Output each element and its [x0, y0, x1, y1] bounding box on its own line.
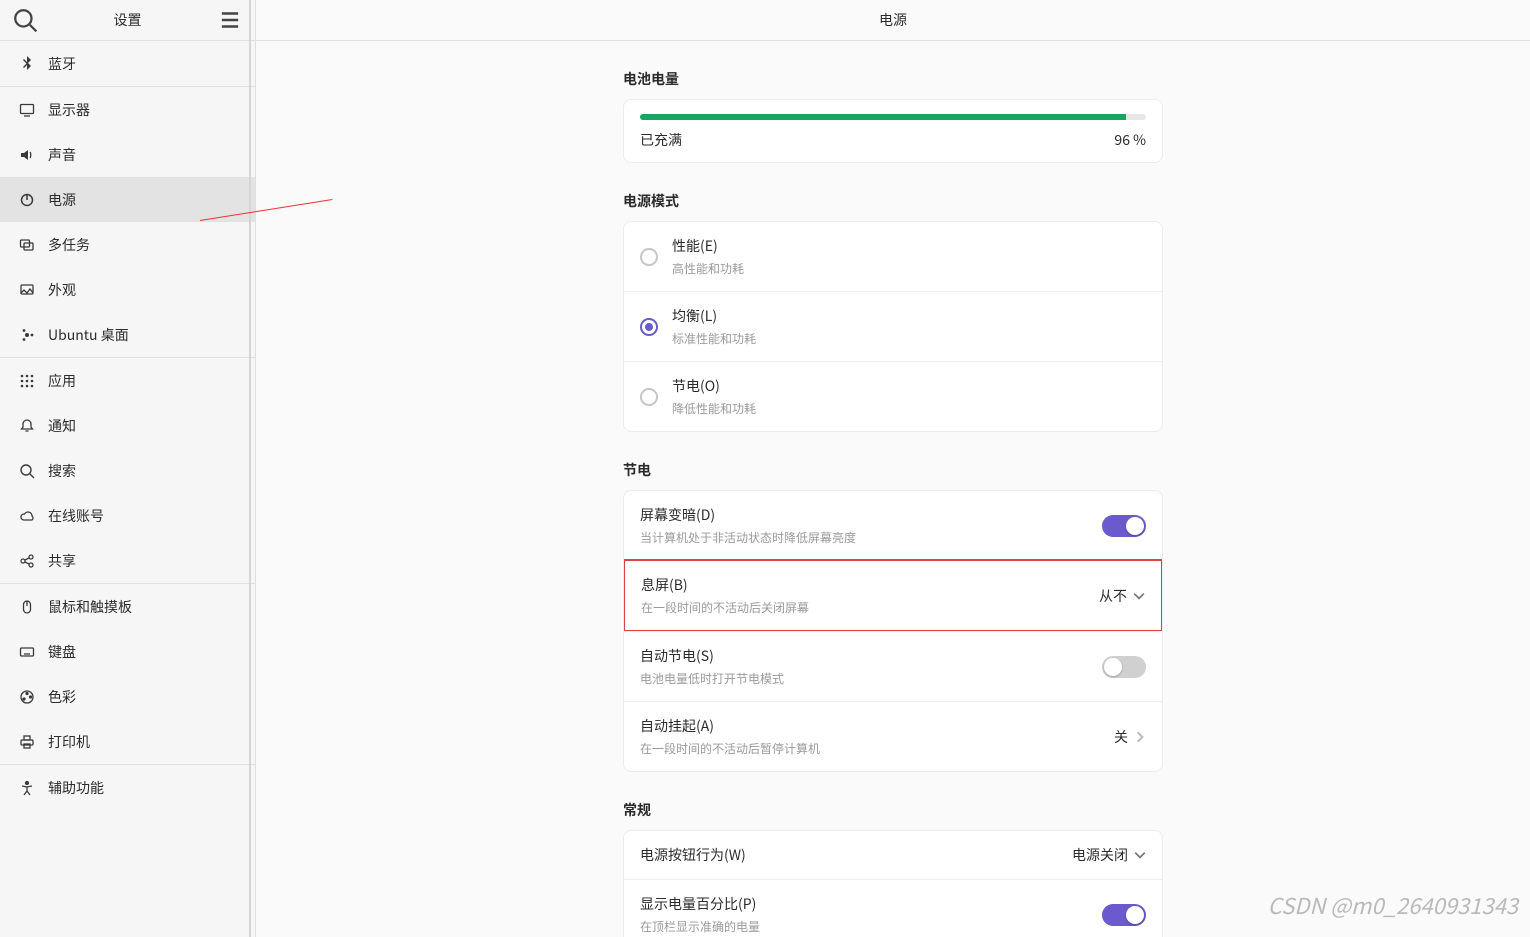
sidebar-item-ubuntu[interactable]: Ubuntu 桌面 — [0, 312, 255, 357]
sidebar-scrollbar[interactable] — [249, 0, 251, 937]
sidebar-item-label: 色彩 — [48, 687, 76, 707]
sidebar-item-notifications[interactable]: 通知 — [0, 403, 255, 448]
row-power-mode-option[interactable]: 性能(E)高性能和功耗 — [624, 222, 1162, 291]
switch-auto-saving[interactable] — [1102, 656, 1146, 678]
general-card: 电源按钮行为(W) 电源关闭 显示电量百分比(P) 在顶栏显示准确的电量 — [623, 830, 1163, 937]
sidebar-item-label: 多任务 — [48, 235, 90, 255]
battery-progress — [640, 114, 1146, 120]
sidebar-item-printer[interactable]: 打印机 — [0, 719, 255, 764]
bluetooth-icon — [18, 55, 36, 73]
power-mode-card: 性能(E)高性能和功耗均衡(L)标准性能和功耗节电(O)降低性能和功耗 — [623, 221, 1163, 432]
sidebar-item-keyboard[interactable]: 键盘 — [0, 629, 255, 674]
cloud-icon — [18, 507, 36, 525]
sidebar-item-label: 电源 — [48, 190, 76, 210]
sidebar-item-apps[interactable]: 应用 — [0, 358, 255, 403]
sound-icon — [18, 146, 36, 164]
sidebar-item-label: 辅助功能 — [48, 778, 104, 798]
sidebar-item-label: Ubuntu 桌面 — [48, 325, 129, 345]
chevron-right-icon — [1134, 731, 1146, 743]
sidebar-item-sound[interactable]: 声音 — [0, 132, 255, 177]
notifications-icon — [18, 417, 36, 435]
battery-card: 已充满 96 % — [623, 99, 1163, 163]
section-title-general: 常规 — [623, 800, 1163, 820]
battery-status: 已充满 — [640, 130, 682, 150]
row-blank-screen[interactable]: 息屏(B) 在一段时间的不活动后关闭屏幕 从不 — [623, 559, 1163, 632]
radio-button[interactable] — [640, 388, 658, 406]
sidebar-header: 设置 — [0, 0, 255, 41]
hamburger-menu-icon[interactable] — [217, 7, 243, 33]
search-icon — [18, 462, 36, 480]
ubuntu-icon — [18, 326, 36, 344]
row-show-percent[interactable]: 显示电量百分比(P) 在顶栏显示准确的电量 — [624, 879, 1162, 937]
radio-button[interactable] — [640, 318, 658, 336]
apps-icon — [18, 372, 36, 390]
section-title-powermode: 电源模式 — [623, 191, 1163, 211]
chevron-down-icon — [1133, 590, 1145, 602]
row-auto-saving[interactable]: 自动节电(S) 电池电量低时打开节电模式 — [624, 631, 1162, 701]
row-power-mode-option[interactable]: 均衡(L)标准性能和功耗 — [624, 291, 1162, 361]
sidebar-item-label: 声音 — [48, 145, 76, 165]
sidebar-item-multitask[interactable]: 多任务 — [0, 222, 255, 267]
content-scroll[interactable]: 电池电量 已充满 96 % 电源模式 性能(E)高性能和功耗均衡(L)标准性能和… — [256, 41, 1530, 937]
sidebar-item-power[interactable]: 电源 — [0, 177, 255, 222]
row-power-button[interactable]: 电源按钮行为(W) 电源关闭 — [624, 831, 1162, 879]
sidebar-item-label: 通知 — [48, 416, 76, 436]
accessibility-icon — [18, 779, 36, 797]
sidebar-item-label: 外观 — [48, 280, 76, 300]
row-power-mode-option[interactable]: 节电(O)降低性能和功耗 — [624, 361, 1162, 431]
chevron-down-icon — [1134, 849, 1146, 861]
power-icon — [18, 191, 36, 209]
main-pane: 电源 电池电量 已充满 96 % 电源模式 性能(E)高性能和功耗均衡(L)标准… — [256, 0, 1530, 937]
app-title: 设置 — [38, 10, 217, 30]
sidebar-item-label: 应用 — [48, 371, 76, 391]
sidebar-item-search[interactable]: 搜索 — [0, 448, 255, 493]
sidebar-item-mouse[interactable]: 鼠标和触摸板 — [0, 584, 255, 629]
sidebar-item-label: 打印机 — [48, 732, 90, 752]
color-icon — [18, 688, 36, 706]
sidebar-item-accessibility[interactable]: 辅助功能 — [0, 765, 255, 810]
display-icon — [18, 101, 36, 119]
share-icon — [18, 552, 36, 570]
sidebar-item-share[interactable]: 共享 — [0, 538, 255, 583]
printer-icon — [18, 733, 36, 751]
mouse-icon — [18, 598, 36, 616]
page-title: 电源 — [256, 0, 1530, 41]
sidebar: 设置 蓝牙显示器声音电源多任务外观 Ubuntu 桌面应用通知搜索在线账号共享鼠标… — [0, 0, 256, 937]
sidebar-item-label: 共享 — [48, 551, 76, 571]
sidebar-item-cloud[interactable]: 在线账号 — [0, 493, 255, 538]
switch-show-percent[interactable] — [1102, 904, 1146, 926]
sidebar-item-color[interactable]: 色彩 — [0, 674, 255, 719]
sidebar-item-label: 蓝牙 — [48, 54, 76, 74]
keyboard-icon — [18, 643, 36, 661]
multitask-icon — [18, 236, 36, 254]
section-title-battery: 电池电量 — [623, 69, 1163, 89]
link-auto-suspend[interactable]: 关 — [1114, 727, 1146, 747]
row-dim-screen[interactable]: 屏幕变暗(D) 当计算机处于非活动状态时降低屏幕亮度 — [624, 491, 1162, 560]
search-icon[interactable] — [12, 7, 38, 33]
radio-button[interactable] — [640, 248, 658, 266]
battery-percent: 96 % — [1114, 130, 1146, 150]
dropdown-blank-screen[interactable]: 从不 — [1099, 586, 1145, 606]
sidebar-item-bluetooth[interactable]: 蓝牙 — [0, 41, 255, 86]
sidebar-item-label: 搜索 — [48, 461, 76, 481]
section-title-powersaving: 节电 — [623, 460, 1163, 480]
sidebar-item-label: 键盘 — [48, 642, 76, 662]
sidebar-item-appearance[interactable]: 外观 — [0, 267, 255, 312]
switch-dim-screen[interactable] — [1102, 515, 1146, 537]
appearance-icon — [18, 281, 36, 299]
sidebar-item-label: 鼠标和触摸板 — [48, 597, 132, 617]
row-auto-suspend[interactable]: 自动挂起(A) 在一段时间的不活动后暂停计算机 关 — [624, 701, 1162, 771]
dropdown-power-button[interactable]: 电源关闭 — [1072, 845, 1146, 865]
sidebar-item-label: 显示器 — [48, 100, 90, 120]
sidebar-item-display[interactable]: 显示器 — [0, 87, 255, 132]
power-saving-card: 屏幕变暗(D) 当计算机处于非活动状态时降低屏幕亮度 息屏(B) 在一段时间的不… — [623, 490, 1163, 772]
sidebar-item-label: 在线账号 — [48, 506, 104, 526]
